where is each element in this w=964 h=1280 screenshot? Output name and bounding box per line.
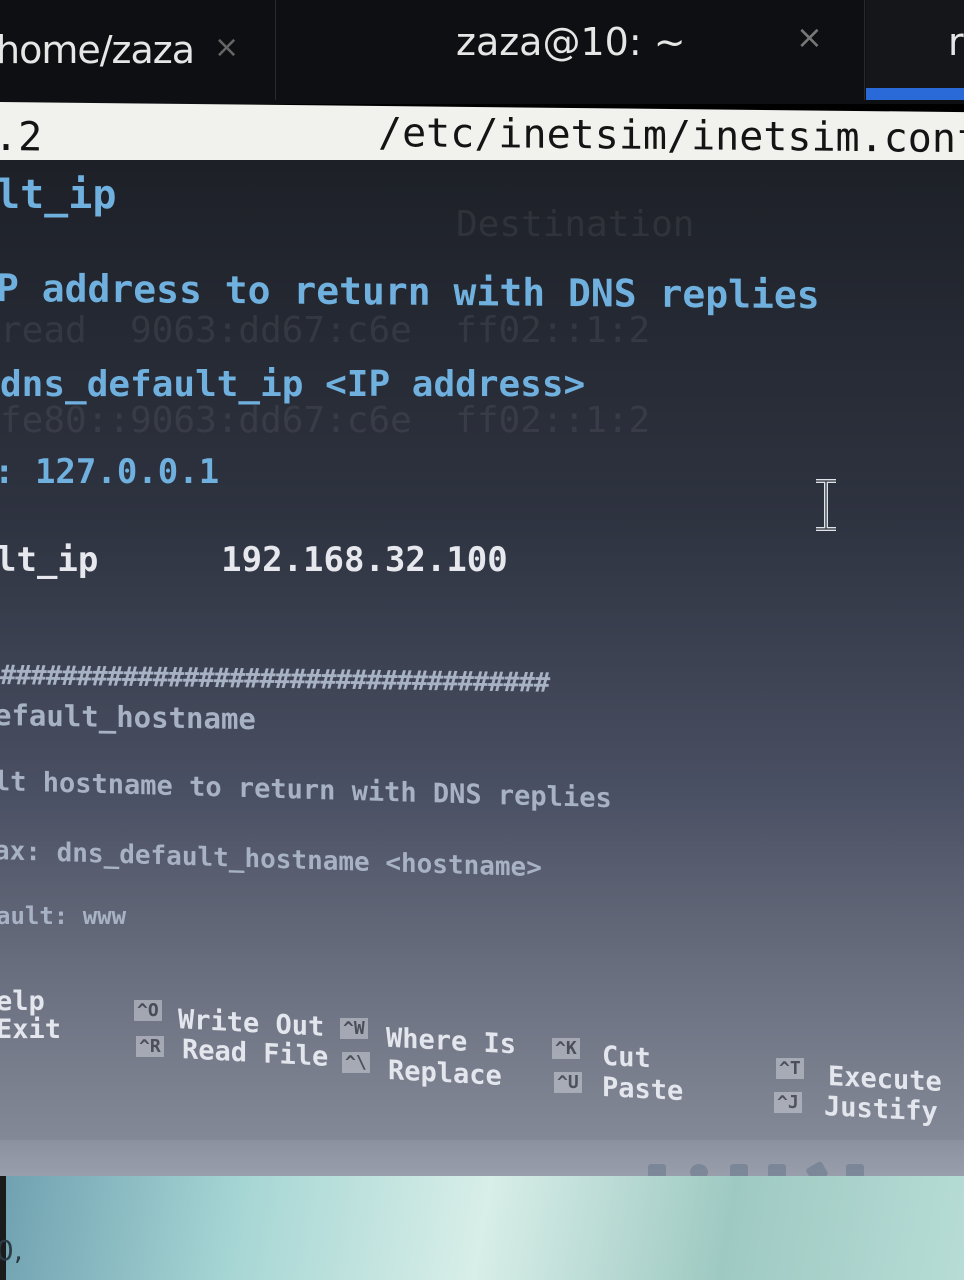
- tab-home-zaza[interactable]: home/zaza ×: [0, 0, 276, 100]
- tab-label: r: [948, 20, 964, 64]
- shortcut-justify[interactable]: Justify: [824, 1091, 938, 1128]
- shortcut-key: ^U: [554, 1072, 582, 1093]
- shortcut-key: ^T: [776, 1058, 804, 1079]
- shortcut-replace[interactable]: Replace: [388, 1055, 502, 1092]
- close-icon[interactable]: ×: [214, 30, 239, 65]
- shortcut-key: ^K: [552, 1038, 580, 1059]
- active-tab-indicator: [866, 88, 964, 100]
- nano-version: .2: [0, 113, 43, 161]
- shortcut-key: ^W: [340, 1018, 368, 1039]
- file-path: /etc/inetsim/inetsim.conf: [378, 109, 964, 163]
- tab-label: home/zaza: [0, 28, 195, 72]
- close-icon[interactable]: ×: [796, 18, 823, 56]
- ghost-heading: Destination: [456, 204, 695, 245]
- text-cursor-icon: [816, 479, 836, 531]
- shortcut-help[interactable]: elp: [0, 986, 45, 1017]
- shortcut-key: ^R: [136, 1036, 164, 1057]
- desktop-background: [0, 1176, 964, 1280]
- tab-active[interactable]: r: [866, 0, 964, 100]
- shortcut-exit[interactable]: Exit: [0, 1014, 61, 1045]
- config-line: efault_hostname: [0, 698, 256, 737]
- tab-zaza-home[interactable]: zaza@10: ~ ×: [276, 0, 865, 100]
- tab-label: zaza@10: ~: [456, 20, 686, 64]
- config-line: lt hostname to return with DNS replies: [0, 766, 612, 815]
- ghost-row: read 9063:dd67:c6e ff02::1:2: [0, 310, 651, 351]
- config-separator: ####################################: [0, 660, 550, 699]
- shortcut-paste[interactable]: Paste: [602, 1072, 683, 1107]
- config-line: ault: www: [0, 902, 127, 930]
- shortcut-key: ^J: [774, 1092, 802, 1113]
- desktop-text: 0,: [0, 1234, 23, 1267]
- config-line: : 127.0.0.1: [0, 452, 220, 492]
- ghost-row: fe80::9063:dd67:c6e ff02::1:2: [0, 400, 651, 441]
- config-line-value: lt_ip 192.168.32.100: [0, 540, 508, 580]
- config-line: ax: dns_default_hostname <hostname>: [0, 836, 542, 884]
- config-line: P address to return with DNS replies: [0, 266, 820, 318]
- config-line: lt_ip: [0, 172, 117, 218]
- config-line: dns_default_ip <IP address>: [0, 364, 586, 405]
- shortcut-cut[interactable]: Cut: [602, 1041, 651, 1075]
- shortcut-key: ^O: [134, 1000, 162, 1021]
- shortcut-key: ^\: [342, 1052, 370, 1073]
